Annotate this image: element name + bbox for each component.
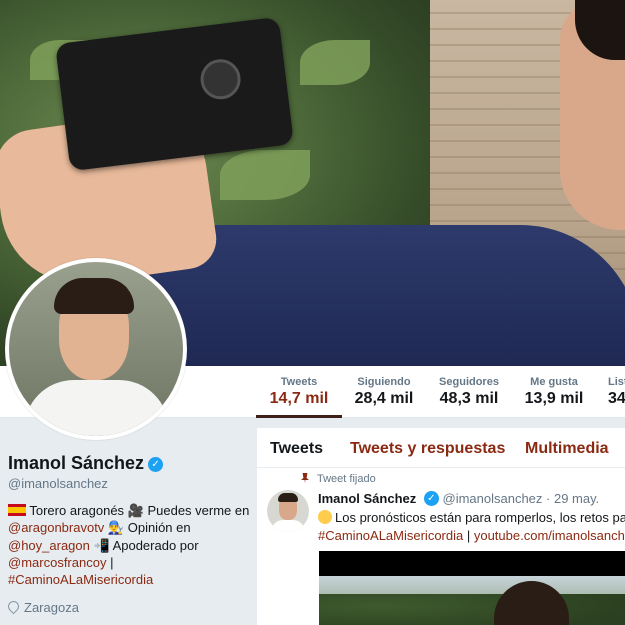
stat-value: 28,4 mil bbox=[354, 390, 414, 407]
bio-text: 📲 Apoderado por bbox=[89, 537, 199, 553]
profile-name[interactable]: Imanol Sánchez ✓ bbox=[8, 453, 164, 474]
stat-label: Me gusta bbox=[530, 376, 578, 388]
bio-text: 👨‍🔧 Opinión en bbox=[104, 520, 191, 536]
timeline: Tweets Tweets y respuestas Multimedia Tw… bbox=[257, 428, 625, 625]
profile-bio-card: Imanol Sánchez ✓ @imanolsanchez Torero ar… bbox=[0, 418, 250, 625]
tweet-separator: | bbox=[463, 528, 474, 543]
profile-handle[interactable]: @imanolsanchez bbox=[8, 476, 108, 491]
profile-name-text: Imanol Sánchez bbox=[8, 453, 145, 473]
fearful-face-emoji-icon bbox=[318, 510, 332, 524]
bio-mention-link[interactable]: @marcosfrancoy bbox=[8, 555, 106, 570]
tweet-author-name[interactable]: Imanol Sánchez bbox=[318, 491, 416, 506]
stat-label: Siguiendo bbox=[357, 376, 411, 388]
stat-following[interactable]: Siguiendo 28,4 mil bbox=[342, 366, 426, 418]
stat-followers[interactable]: Seguidores 48,3 mil bbox=[426, 366, 512, 418]
profile-avatar[interactable] bbox=[5, 258, 187, 440]
bio-text: Torero aragonés 🎥 Puedes verme en bbox=[26, 503, 250, 518]
stat-value: 14,7 mil bbox=[269, 390, 329, 407]
tweet-header: Imanol Sánchez ✓ @imanolsanchez · 29 may… bbox=[318, 491, 599, 506]
profile-location: Zaragoza bbox=[5, 598, 79, 615]
timeline-tabs: Tweets Tweets y respuestas Multimedia bbox=[257, 428, 625, 468]
location-text: Zaragoza bbox=[24, 600, 79, 615]
tab-tweets[interactable]: Tweets bbox=[270, 440, 323, 458]
stat-label: Tweets bbox=[280, 376, 318, 388]
tweet-text: Los pronósticos están para romperlos, lo… bbox=[318, 509, 625, 545]
tweet-author-handle[interactable]: @imanolsanchez bbox=[443, 491, 543, 506]
pinned-text: Tweet fijado bbox=[317, 473, 376, 485]
stat-tweets[interactable]: Tweets 14,7 mil bbox=[256, 366, 342, 418]
bio-hashtag-link[interactable]: #CaminoALaMisericordia bbox=[8, 572, 153, 587]
pin-icon bbox=[301, 473, 309, 483]
stat-likes[interactable]: Me gusta 13,9 mil bbox=[512, 366, 596, 418]
profile-description: Torero aragonés 🎥 Puedes verme en @arago… bbox=[8, 502, 253, 588]
location-pin-icon bbox=[5, 598, 22, 615]
stat-value: 34 bbox=[608, 390, 625, 407]
flag-spain-icon bbox=[8, 504, 26, 516]
tweet-date[interactable]: · 29 may. bbox=[546, 491, 599, 506]
pinned-tweet-label: Tweet fijado bbox=[301, 473, 376, 485]
tab-tweets-replies[interactable]: Tweets y respuestas bbox=[350, 440, 505, 458]
bio-mention-link[interactable]: @hoy_aragon bbox=[8, 538, 90, 553]
twitter-profile-page: Tweets 14,7 mil Siguiendo 28,4 mil Segui… bbox=[0, 0, 625, 625]
tweet-hashtag-link[interactable]: #CaminoALaMisericordia bbox=[318, 528, 463, 543]
bio-mention-link[interactable]: @aragonbravotv bbox=[8, 520, 104, 535]
tweet-media-video[interactable] bbox=[319, 551, 625, 625]
tweet-body: Los pronósticos están para romperlos, lo… bbox=[335, 510, 625, 525]
verified-icon: ✓ bbox=[423, 491, 439, 506]
bio-text: | bbox=[106, 554, 114, 570]
verified-icon: ✓ bbox=[148, 457, 164, 472]
stat-lists[interactable]: Listas 34 bbox=[608, 366, 625, 418]
stat-value: 48,3 mil bbox=[439, 390, 499, 407]
stat-label: Listas bbox=[608, 376, 625, 388]
tab-media[interactable]: Multimedia bbox=[525, 440, 609, 458]
tweet-url-link[interactable]: youtube.com/imanolsanchez bbox=[474, 528, 625, 543]
stat-label: Seguidores bbox=[439, 376, 499, 388]
tweet-avatar[interactable] bbox=[267, 490, 309, 532]
stat-value: 13,9 mil bbox=[524, 390, 584, 407]
